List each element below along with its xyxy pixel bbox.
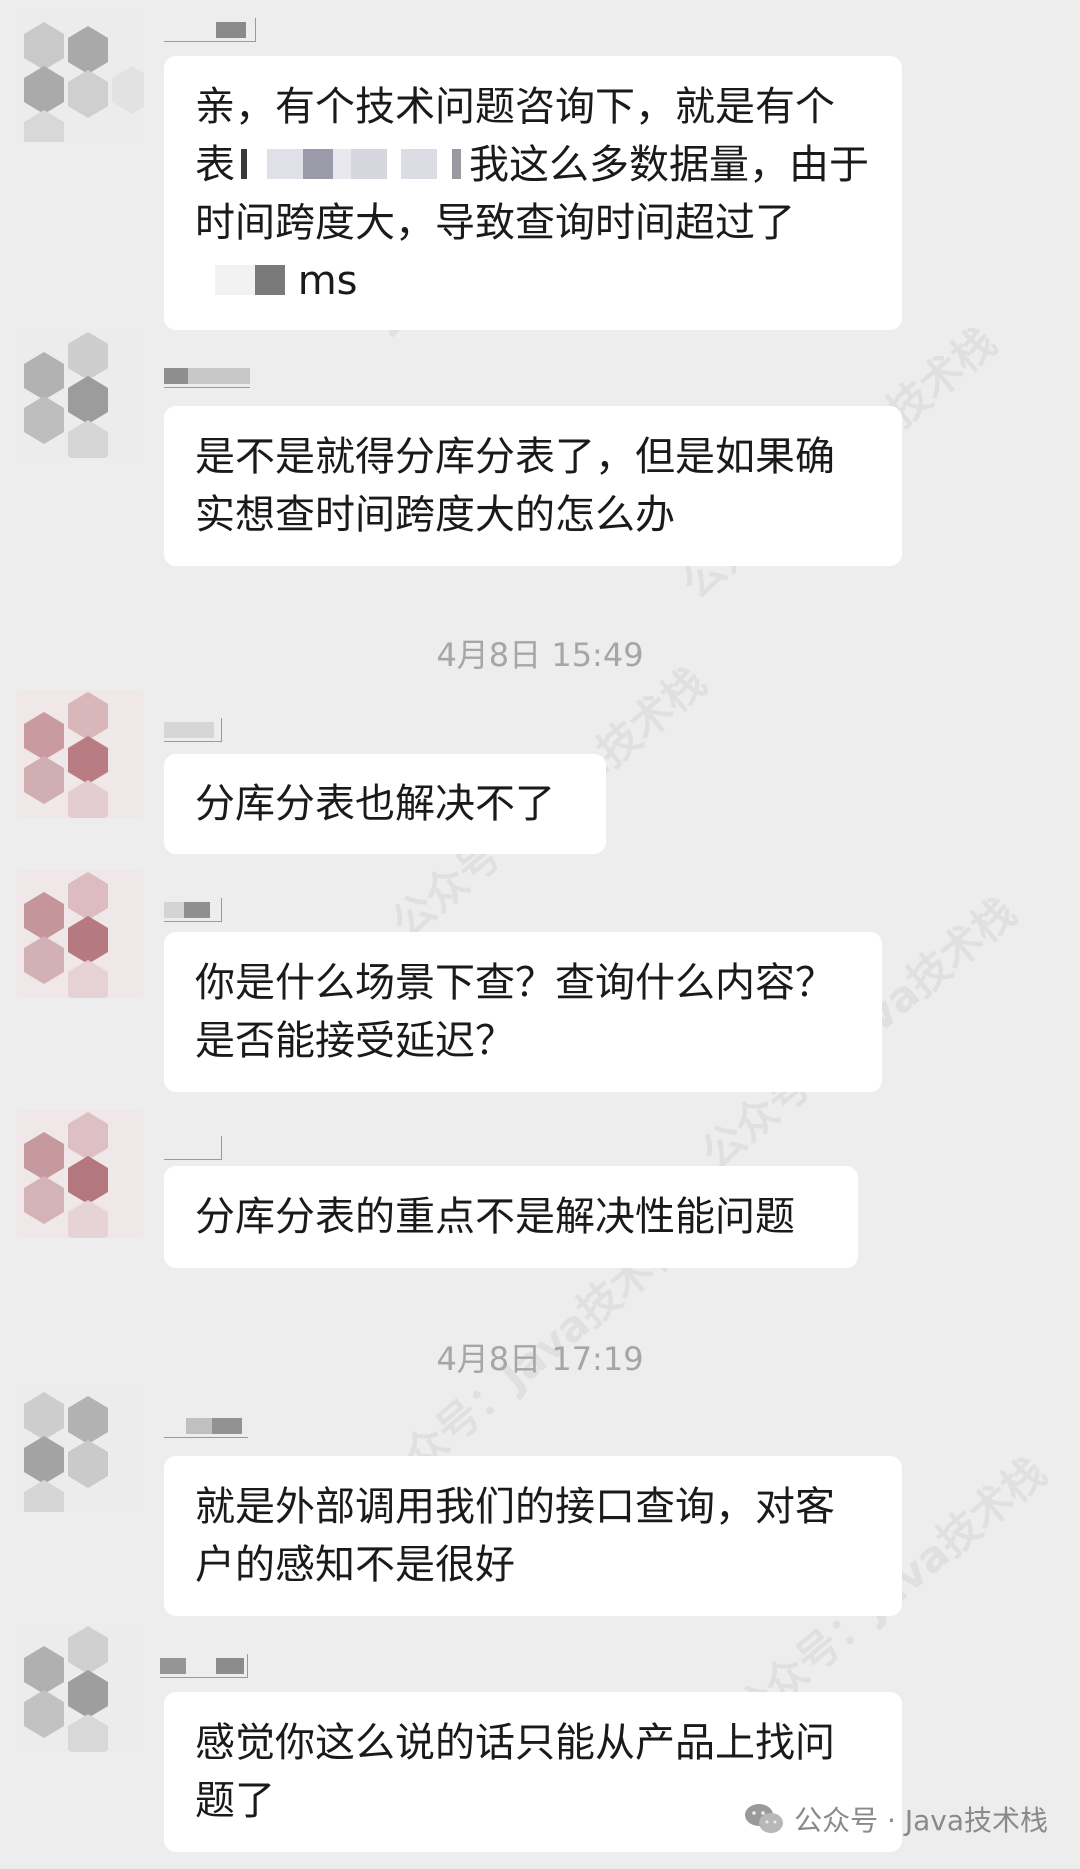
avatar[interactable] — [16, 14, 144, 142]
message-text: 分库分表也解决不了 — [195, 781, 555, 827]
account-footer: 公众号 · Java技术栈 — [744, 1799, 1048, 1839]
message-text: 是不是就得分库分表了，但是如果确 — [195, 434, 835, 480]
avatar[interactable] — [16, 870, 144, 998]
message-bubble[interactable]: 你是什么场景下查？查询什么内容？ 是否能接受延迟？ — [164, 932, 882, 1092]
wechat-icon — [745, 1804, 784, 1833]
sender-name-redacted — [164, 364, 250, 388]
avatar[interactable] — [16, 330, 144, 458]
avatar[interactable] — [16, 1384, 144, 1512]
message-bubble[interactable]: 分库分表也解决不了 — [164, 754, 606, 854]
timestamp: 4月8日 15:49 — [436, 636, 644, 674]
message-text: 是否能接受延迟？ — [195, 1018, 515, 1064]
message-bubble[interactable]: 亲，有个技术问题咨询下，就是有个 表我这么多数据量，由于 时间跨度大，导致查询时… — [164, 56, 902, 330]
message-bubble[interactable]: 分库分表的重点不是解决性能问题 — [164, 1166, 858, 1268]
avatar[interactable] — [16, 1624, 144, 1752]
timestamp: 4月8日 17:19 — [436, 1340, 644, 1378]
message-bubble[interactable]: 是不是就得分库分表了，但是如果确 实想查时间跨度大的怎么办 — [164, 406, 902, 566]
sender-name-redacted — [164, 1414, 248, 1438]
message-text: 亲，有个技术问题咨询下，就是有个 — [195, 84, 835, 130]
sender-name-redacted — [164, 898, 222, 922]
message-text: 感觉你这么说的话只能从产品上找问 — [195, 1720, 835, 1766]
sender-name-redacted — [160, 1654, 248, 1678]
message-text-line: 表我这么多数据量，由于 — [195, 142, 869, 188]
message-bubble[interactable]: 就是外部调用我们的接口查询，对客 户的感知不是很好 — [164, 1456, 902, 1616]
message-text: 你是什么场景下查？查询什么内容？ — [195, 960, 835, 1006]
sender-name-redacted — [164, 1136, 222, 1160]
sender-name-redacted — [164, 718, 222, 742]
message-text-line: ms — [195, 252, 871, 310]
avatar[interactable] — [16, 690, 144, 818]
message-text: 户的感知不是很好 — [195, 1542, 515, 1588]
footer-text: 公众号 · Java技术栈 — [794, 1804, 1048, 1837]
message-text: 实想查时间跨度大的怎么办 — [195, 492, 675, 538]
avatar[interactable] — [16, 1110, 144, 1238]
sender-name-redacted — [164, 18, 256, 42]
message-text: 时间跨度大，导致查询时间超过了 — [195, 200, 795, 246]
message-text: 就是外部调用我们的接口查询，对客 — [195, 1484, 835, 1530]
message-text: 分库分表的重点不是解决性能问题 — [195, 1194, 795, 1240]
